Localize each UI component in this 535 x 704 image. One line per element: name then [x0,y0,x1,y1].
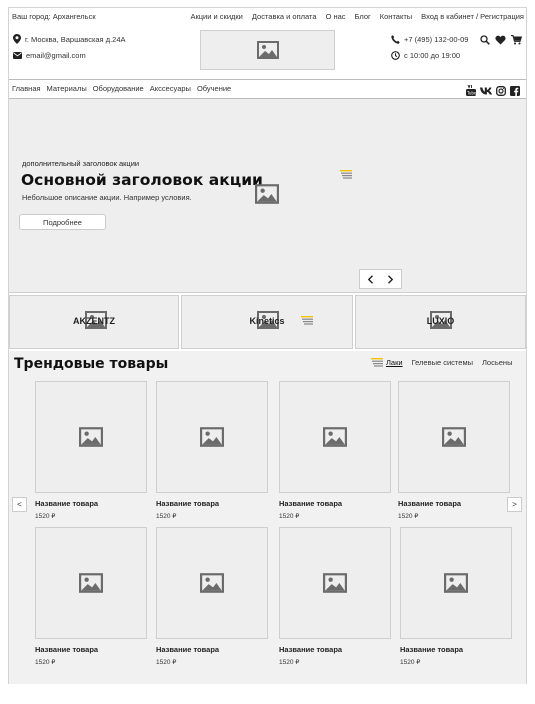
location-pin-icon [13,34,21,44]
hero-slider-controls [359,269,402,289]
svg-text:Tube: Tube [466,91,476,96]
trending-section: Трендовые товары Лаки Гелевые системы Ло… [9,351,526,684]
nav-home[interactable]: Главная [12,84,41,93]
product-name[interactable]: Название товара [398,499,461,508]
phone: +7 (495) 132-00-09 [391,35,468,44]
hero-image-placeholder-icon [255,184,279,204]
filter-tab-gel-systems[interactable]: Гелевые системы [412,358,473,367]
image-placeholder-icon [256,41,279,59]
product-price: 1520 ₽ [398,513,419,520]
clock-icon [391,51,400,60]
phone-number[interactable]: +7 (495) 132-00-09 [404,35,468,44]
top-nav-blog[interactable]: Блог [355,12,371,21]
search-icon[interactable] [480,35,490,45]
hero-more-button[interactable]: Подробнее [19,214,106,230]
top-bar: Ваш город: Архангельск Акции и скидки До… [12,12,524,22]
hours-text: с 10:00 до 19:00 [404,51,461,60]
product-name[interactable]: Название товара [35,645,98,654]
heart-icon[interactable] [495,35,506,45]
top-nav: Акции и скидки Доставка и оплата О нас Б… [190,12,524,21]
city-selector[interactable]: Ваш город: Архангельск [12,12,96,21]
product-name[interactable]: Название товара [279,499,342,508]
section-title: Трендовые товары [14,356,169,372]
image-placeholder-icon [200,573,224,593]
brand-name: Kinetics [249,316,285,326]
header-actions [480,35,522,45]
youtube-icon[interactable]: Tube [466,85,476,96]
main-nav: Главная Материалы Оборудование Акссесуар… [12,84,231,93]
brand-card-kinetics[interactable]: Kinetics [181,295,353,349]
email: email@gmail.com [13,51,86,60]
vk-icon[interactable] [480,87,492,95]
login-register-link[interactable]: Вход в кабинет / Регистрация [421,12,524,21]
brand-card-akzentz[interactable]: AKZENTZ [9,295,179,349]
annotation-lines-icon [340,170,352,179]
image-placeholder-icon [323,573,347,593]
logo-placeholder[interactable] [200,30,335,70]
product-price: 1520 ₽ [279,513,300,520]
category-filters: Лаки Гелевые системы Лосьены [371,358,512,367]
product-name[interactable]: Название товара [156,645,219,654]
instagram-icon[interactable] [496,85,506,96]
phone-icon [391,35,400,44]
nav-education[interactable]: Обучение [197,84,231,93]
chevron-left-icon[interactable] [367,274,374,284]
nav-equipment[interactable]: Оборудование [93,84,144,93]
image-placeholder-icon [200,427,224,447]
product-image[interactable] [156,381,268,493]
product-price: 1520 ₽ [35,659,56,666]
product-image[interactable] [400,527,512,639]
brand-card-luxio[interactable]: LUXIO [355,295,526,349]
nav-materials[interactable]: Материалы [47,84,87,93]
chevron-right-icon[interactable] [387,274,394,284]
address: г. Москва, Варшавская д.24А [13,34,126,44]
filter-tab-lotions[interactable]: Лосьены [482,358,512,367]
hero-banner: дополнительный заголовок акции Основной … [9,99,526,293]
top-nav-contacts[interactable]: Контакты [380,12,412,21]
annotation-lines-icon [371,358,383,367]
product-name[interactable]: Название товара [279,645,342,654]
hero-description: Небольшое описание акции. Например услов… [22,193,192,202]
product-price: 1520 ₽ [35,513,56,520]
image-placeholder-icon [79,573,103,593]
carousel-prev-button[interactable]: < [12,497,27,512]
header-divider [9,79,526,80]
image-placeholder-icon [442,427,466,447]
address-text: г. Москва, Варшавская д.24А [25,34,126,44]
top-nav-about[interactable]: О нас [326,12,346,21]
product-price: 1520 ₽ [279,659,300,666]
product-image[interactable] [35,381,147,493]
product-price: 1520 ₽ [400,659,421,666]
product-image[interactable] [279,527,391,639]
carousel-next-button[interactable]: > [507,497,522,512]
working-hours: с 10:00 до 19:00 [391,51,460,60]
social-links: Tube [466,85,520,96]
top-nav-delivery[interactable]: Доставка и оплата [252,12,317,21]
product-image[interactable] [398,381,510,493]
mail-icon [13,52,22,59]
product-image[interactable] [279,381,391,493]
product-name[interactable]: Название товара [400,645,463,654]
filter-tab-varnish[interactable]: Лаки [386,358,403,367]
top-nav-promotions[interactable]: Акции и скидки [190,12,242,21]
product-image[interactable] [35,527,147,639]
annotation-lines-icon [301,316,313,325]
cart-icon[interactable] [511,35,522,45]
product-image[interactable] [156,527,268,639]
facebook-icon[interactable] [510,85,520,96]
hero-title: Основной заголовок акции [21,171,263,189]
product-name[interactable]: Название товара [35,499,98,508]
image-placeholder-icon [444,573,468,593]
hero-subtitle: дополнительный заголовок акции [22,159,140,168]
brand-name: AKZENTZ [73,316,115,326]
brand-name: LUXIO [426,316,455,326]
product-price: 1520 ₽ [156,513,177,520]
image-placeholder-icon [323,427,347,447]
product-price: 1520 ₽ [156,659,177,666]
nav-accessories[interactable]: Акссесуары [150,84,191,93]
email-link[interactable]: email@gmail.com [26,51,86,60]
product-name[interactable]: Название товара [156,499,219,508]
image-placeholder-icon [79,427,103,447]
